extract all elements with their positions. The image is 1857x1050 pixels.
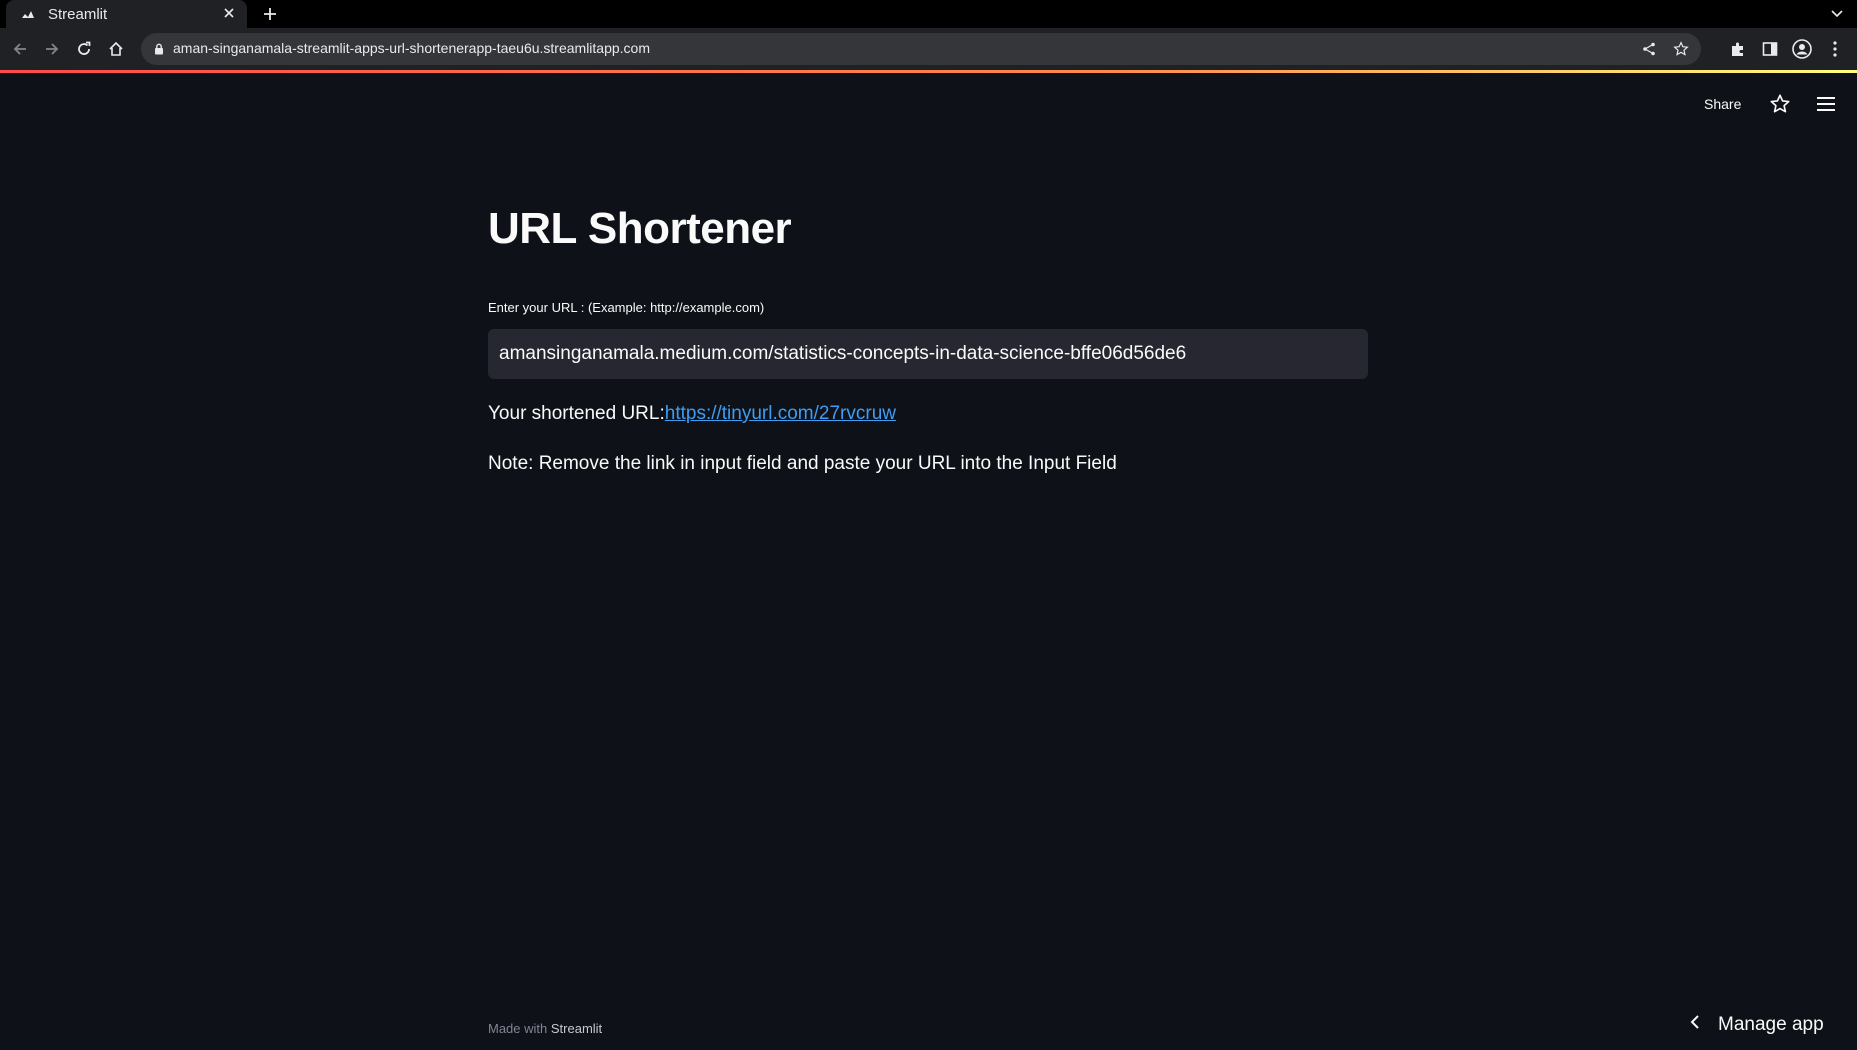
share-button[interactable]: Share	[1700, 89, 1745, 119]
reload-icon[interactable]	[72, 37, 96, 61]
url-input[interactable]	[488, 328, 1368, 379]
manage-app-button[interactable]: Manage app	[1690, 1008, 1824, 1042]
back-arrow-icon[interactable]	[8, 37, 32, 61]
shortened-url-line: Your shortened URL:https://tinyurl.com/2…	[488, 403, 1368, 425]
note-text: Note: Remove the link in input field and…	[488, 452, 1117, 474]
url-text: aman-singanamala-streamlit-apps-url-shor…	[173, 40, 650, 56]
address-bar[interactable]: aman-singanamala-streamlit-apps-url-shor…	[141, 33, 1701, 65]
close-tab-icon[interactable]	[221, 6, 237, 22]
footer: Made with Streamlit	[488, 1021, 602, 1036]
tab-title: Streamlit	[48, 5, 108, 23]
bookmark-star-icon[interactable]	[1671, 39, 1691, 59]
streamlit-favicon-icon	[20, 6, 36, 22]
main-content: URL Shortener Enter your URL : (Example:…	[488, 203, 1368, 475]
share-page-icon[interactable]	[1639, 39, 1659, 59]
footer-streamlit-link[interactable]: Streamlit	[551, 1021, 602, 1036]
lock-icon[interactable]	[151, 41, 167, 57]
chevron-left-icon	[1690, 1014, 1700, 1036]
forward-arrow-icon[interactable]	[40, 37, 64, 61]
streamlit-app: Share URL Shortener Enter your URL : (Ex…	[0, 73, 1857, 1050]
home-icon[interactable]	[104, 37, 128, 61]
hamburger-menu-icon[interactable]	[1812, 90, 1840, 118]
profile-avatar-icon[interactable]	[1790, 37, 1814, 61]
side-panel-icon[interactable]	[1758, 37, 1782, 61]
browser-toolbar: aman-singanamala-streamlit-apps-url-shor…	[0, 28, 1857, 70]
browser-menu-kebab-icon[interactable]	[1823, 37, 1847, 61]
tab-search-chevron-icon[interactable]	[1827, 4, 1847, 24]
url-input-label: Enter your URL : (Example: http://exampl…	[488, 299, 765, 315]
footer-made-with: Made with	[488, 1021, 548, 1036]
browser-tab-bar: Streamlit	[0, 0, 1857, 28]
shortened-url-prefix: Your shortened URL:	[488, 402, 665, 424]
extensions-puzzle-icon[interactable]	[1726, 37, 1750, 61]
browser-tab[interactable]: Streamlit	[6, 0, 247, 28]
shortened-url-link[interactable]: https://tinyurl.com/27rvcruw	[665, 403, 896, 424]
favorite-star-icon[interactable]	[1766, 90, 1794, 118]
new-tab-icon[interactable]	[259, 3, 281, 25]
manage-app-label: Manage app	[1718, 1014, 1824, 1035]
page-title: URL Shortener	[488, 204, 792, 253]
